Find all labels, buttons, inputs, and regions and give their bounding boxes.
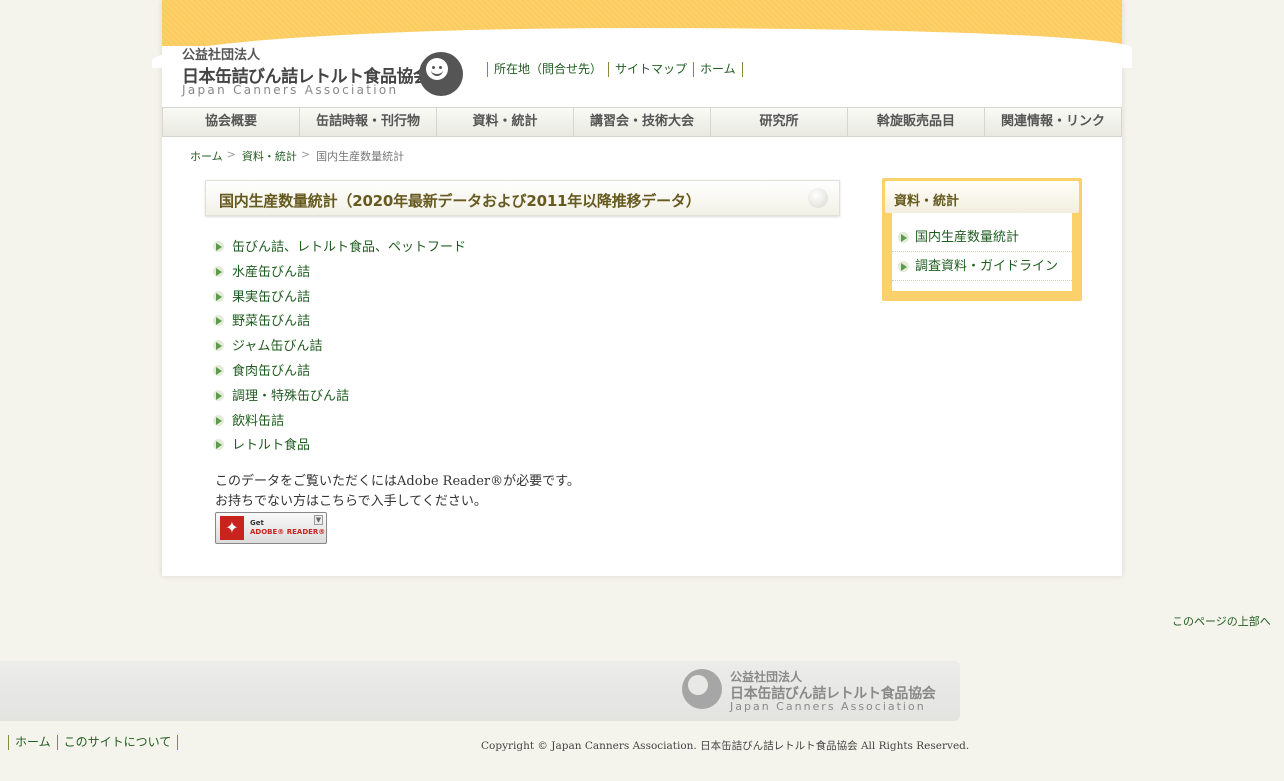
util-link-contact[interactable]: 所在地（問合せ先） [487,62,608,77]
util-link-sitemap[interactable]: サイトマップ [608,62,693,77]
note-line-2: お持ちでない方はこちらで入手してください。 [215,494,487,509]
sidebar-item-production-stats[interactable]: 国内生産数量統計 [892,223,1072,252]
utility-nav: 所在地（問合せ先） サイトマップ ホーム [487,62,743,77]
adobe-reader-label: ADOBE® READER® [250,528,326,536]
list-item[interactable]: 調理・特殊缶びん詰 [213,385,466,410]
list-item[interactable]: レトルト食品 [213,434,466,459]
gnav-statistics[interactable]: 資料・統計 [436,107,573,137]
sidebar-menu: 国内生産数量統計 調査資料・ガイドライン [892,213,1072,291]
gnav-about[interactable]: 協会概要 [162,107,299,137]
list-item[interactable]: 食肉缶びん詰 [213,360,466,385]
breadcrumb-home[interactable]: ホーム [190,148,223,164]
list-item-link[interactable]: 缶びん詰、レトルト食品、ペットフード [232,240,466,255]
list-item-link[interactable]: 飲料缶詰 [232,414,284,429]
adobe-get-label: Get [250,519,264,527]
sidebar-heading-box: 資料・統計 [885,181,1079,213]
sidebar-heading: 資料・統計 [894,194,960,209]
title-decoration-icon [808,188,828,208]
list-item-link[interactable]: レトルト食品 [232,438,310,453]
page-title: 国内生産数量統計（2020年最新データおよび2011年以降推移データ） [219,192,701,210]
list-item-link[interactable]: 果実缶びん詰 [232,290,310,305]
get-adobe-reader-button[interactable]: ✦ Get ADOBE® READER® ▼ [215,512,327,544]
breadcrumb-separator: > [300,148,311,161]
mascot-logo-icon[interactable] [419,52,463,96]
footer-mascot-icon [682,669,722,709]
logo-org-name-en: Japan Canners Association [182,83,399,97]
download-icon: ▼ [314,515,323,525]
note-line-1: このデータをご覧いただくにはAdobe Reader®が必要です。 [215,474,580,489]
list-item-link[interactable]: ジャム缶びん詰 [232,339,322,354]
breadcrumb-separator: > [226,148,236,161]
global-nav: 協会概要 缶詰時報・刊行物 資料・統計 講習会・技術大会 研究所 斡旋販売品目 … [162,107,1122,137]
list-item[interactable]: 果実缶びん詰 [213,286,466,311]
footer-link-about-site[interactable]: このサイトについて [56,735,179,750]
adobe-pdf-icon: ✦ [220,516,244,540]
list-item[interactable]: 缶びん詰、レトルト食品、ペットフード [213,236,466,261]
list-item-link[interactable]: 水産缶びん詰 [232,265,310,280]
gnav-laboratory[interactable]: 研究所 [710,107,847,137]
footer-nav: ホーム このサイトについて [8,735,179,750]
page-container: 公益社団法人 日本缶詰びん詰レトルト食品協会 Japan Canners Ass… [152,0,1132,576]
list-item[interactable]: ジャム缶びん詰 [213,335,466,360]
adobe-reader-note: このデータをご覧いただくにはAdobe Reader®が必要です。 お持ちでない… [215,472,580,512]
gnav-links[interactable]: 関連情報・リンク [984,107,1122,137]
util-link-home[interactable]: ホーム [693,62,743,77]
breadcrumb: ホーム > 資料・統計 > 国内生産数量統計 [190,148,404,164]
list-item[interactable]: 野菜缶びん詰 [213,310,466,335]
gnav-seminars[interactable]: 講習会・技術大会 [573,107,710,137]
footer-org-name-en: Japan Canners Association [730,700,926,713]
list-item-link[interactable]: 調理・特殊缶びん詰 [232,389,349,404]
gnav-publications[interactable]: 缶詰時報・刊行物 [299,107,436,137]
list-item[interactable]: 飲料缶詰 [213,410,466,435]
footer-logo: 公益社団法人 日本缶詰びん詰レトルト食品協会 Japan Canners Ass… [682,668,952,716]
sidebar-item-guidelines[interactable]: 調査資料・ガイドライン [892,252,1072,281]
gnav-products[interactable]: 斡旋販売品目 [847,107,984,137]
statistics-list: 缶びん詰、レトルト食品、ペットフード 水産缶びん詰 果実缶びん詰 野菜缶びん詰 … [213,236,466,459]
sidebar: 資料・統計 国内生産数量統計 調査資料・ガイドライン [882,178,1082,301]
list-item-link[interactable]: 野菜缶びん詰 [232,314,310,329]
footer-link-home[interactable]: ホーム [8,735,57,750]
back-to-top-link[interactable]: このページの上部へ [1172,613,1271,629]
list-item-link[interactable]: 食肉缶びん詰 [232,364,310,379]
logo-org-type: 公益社団法人 [182,48,261,63]
breadcrumb-current: 国内生産数量統計 [316,150,405,163]
list-item[interactable]: 水産缶びん詰 [213,261,466,286]
breadcrumb-section[interactable]: 資料・統計 [242,148,297,164]
sidebar-item-label[interactable]: 国内生産数量統計 [915,230,1019,245]
copyright: Copyright © Japan Canners Association. 日… [481,740,970,752]
page-title-box: 国内生産数量統計（2020年最新データおよび2011年以降推移データ） [205,180,840,216]
sidebar-item-label[interactable]: 調査資料・ガイドライン [915,259,1058,274]
